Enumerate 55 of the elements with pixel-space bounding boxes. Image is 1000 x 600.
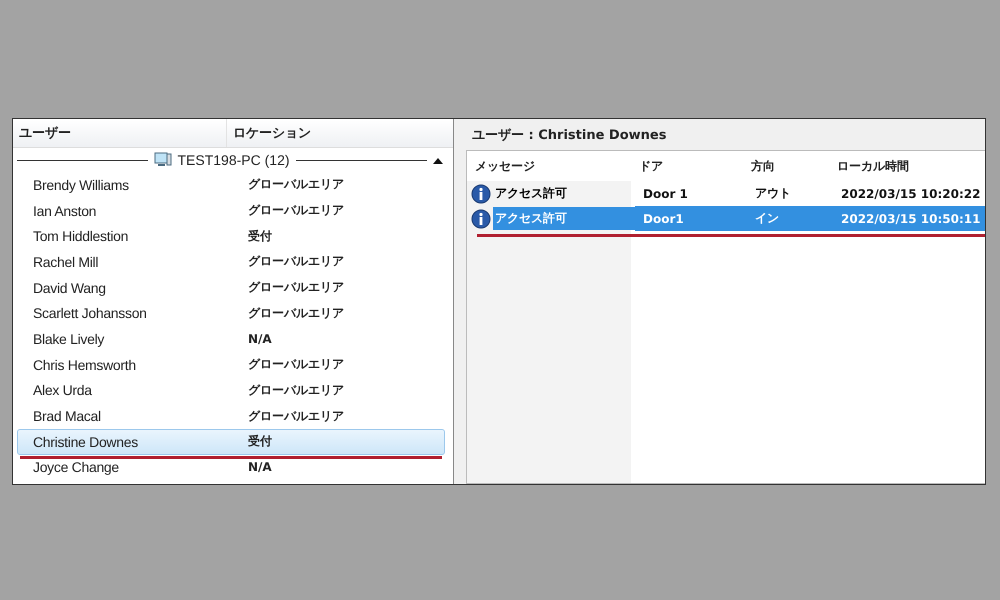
user-name: Ian Anston: [32, 202, 98, 219]
user-row[interactable]: Brad Macal グローバルエリア: [17, 403, 445, 429]
collapse-toggle-icon[interactable]: [433, 156, 444, 164]
user-location: 受付: [247, 433, 272, 450]
user-row[interactable]: Scarlett Johansson グローバルエリア: [17, 300, 445, 326]
user-name: Scarlett Johansson: [32, 305, 148, 322]
user-row[interactable]: Ian Anston グローバルエリア: [17, 198, 445, 224]
event-door: Door1: [635, 206, 747, 231]
user-name: David Wang: [32, 280, 107, 296]
user-location: グローバルエリア: [247, 382, 344, 399]
group-label: TEST198-PC (12): [177, 152, 290, 168]
user-row[interactable]: Blake Lively N/A: [17, 326, 445, 352]
user-row[interactable]: Brendy Williams グローバルエリア: [17, 172, 445, 198]
user-name: Joyce Change: [32, 459, 120, 476]
user-location: グローバルエリア: [247, 279, 344, 296]
user-location: 受付: [247, 228, 272, 245]
user-location: グローバルエリア: [247, 176, 344, 194]
user-location: グローバルエリア: [247, 202, 344, 220]
user-row[interactable]: Joyce Change N/A: [17, 454, 445, 480]
event-door: Door 1: [642, 186, 689, 200]
user-name: Alex Urda: [32, 382, 93, 398]
user-row[interactable]: Alex Urda グローバルエリア: [17, 378, 445, 404]
panel-title: ユーザー : Christine Downes: [471, 127, 668, 145]
column-header[interactable]: ローカル時間: [829, 158, 985, 174]
column-header[interactable]: ドア: [631, 158, 743, 174]
user-row[interactable]: Tom Hiddlestion 受付: [17, 223, 445, 250]
user-location: グローバルエリア: [247, 253, 344, 270]
event-time: 2022/03/15 10:50:11: [833, 206, 985, 231]
info-icon: [471, 208, 491, 228]
computer-icon: [154, 152, 172, 168]
user-name: Rachel Mill: [32, 254, 100, 270]
event-message: アクセス許可: [494, 185, 568, 202]
user-location: グローバルエリア: [247, 356, 344, 374]
column-header[interactable]: 方向: [743, 158, 829, 174]
user-name: Christine Downes: [32, 434, 139, 450]
user-row[interactable]: Rachel Mill グローバルエリア: [17, 249, 445, 275]
user-location: N/A: [247, 332, 272, 346]
user-row[interactable]: David Wang グローバルエリア: [17, 274, 445, 300]
event-time: 2022/03/15 10:20:22: [840, 186, 982, 200]
user-name: Tom Hiddlestion: [32, 228, 130, 244]
user-location: グローバルエリア: [247, 408, 344, 425]
user-name: Brendy Williams: [32, 176, 130, 193]
event-message: アクセス許可: [493, 207, 635, 230]
user-location: N/A: [247, 460, 272, 474]
event-direction: イン: [747, 206, 833, 231]
event-direction: アウト: [754, 185, 792, 202]
column-header[interactable]: ユーザー: [13, 119, 226, 147]
column-header[interactable]: ロケーション: [226, 119, 453, 147]
info-icon: [471, 184, 491, 204]
user-location: グローバルエリア: [247, 304, 344, 322]
user-row[interactable]: Chris Hemsworth グローバルエリア: [17, 352, 445, 378]
column-header[interactable]: メッセージ: [467, 158, 631, 174]
user-name: Brad Macal: [32, 408, 102, 424]
user-name: Chris Hemsworth: [32, 356, 137, 373]
user-name: Blake Lively: [32, 330, 106, 347]
